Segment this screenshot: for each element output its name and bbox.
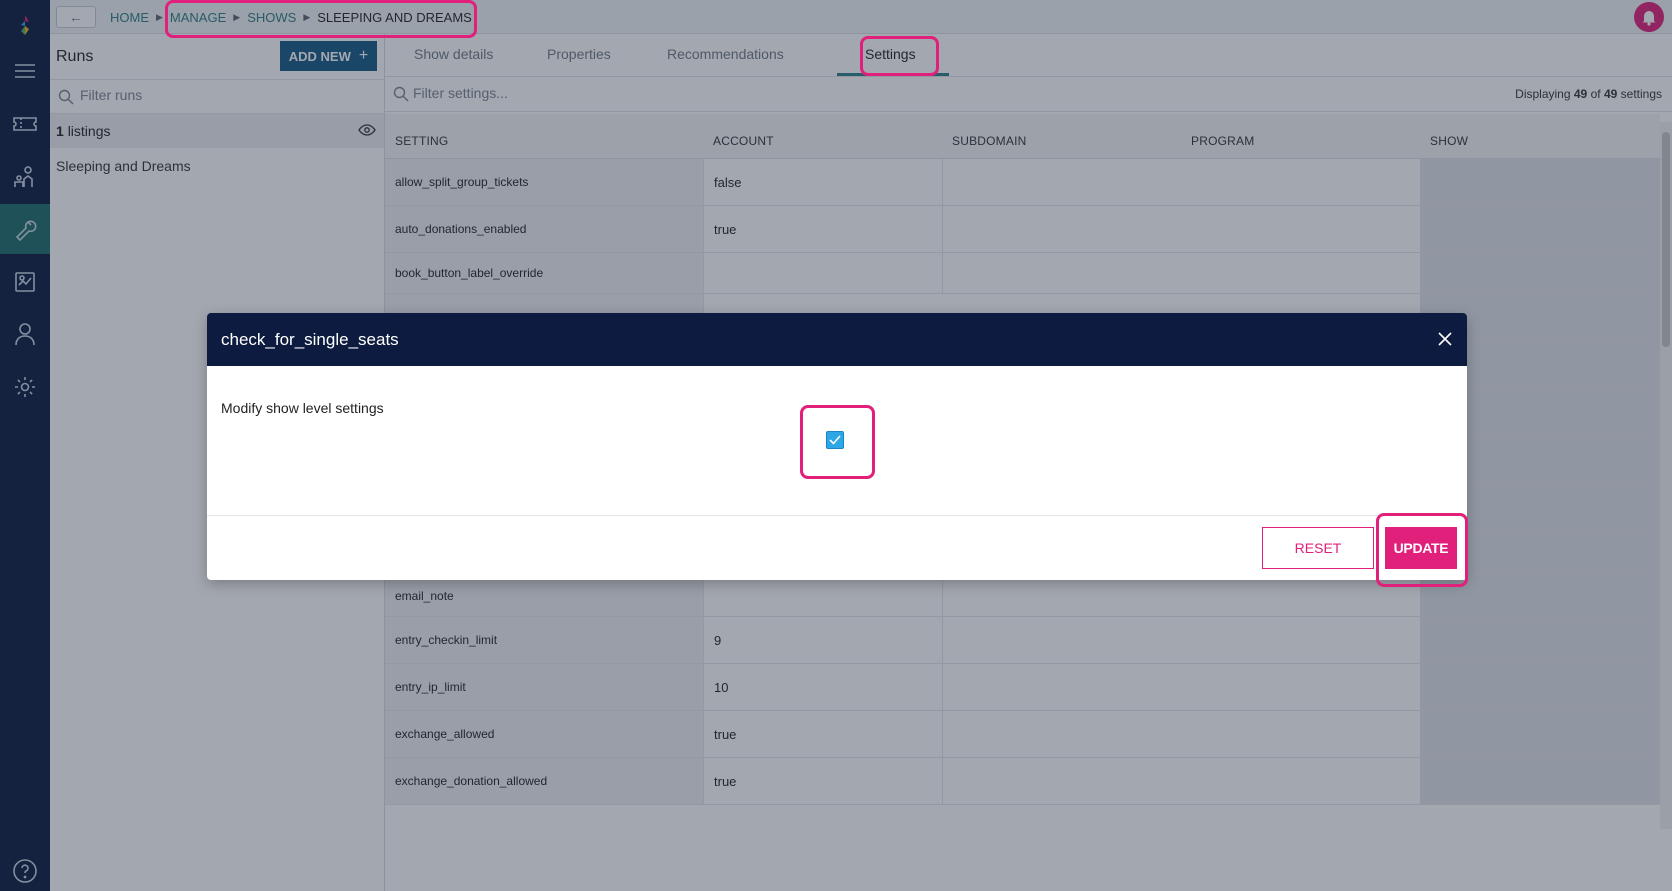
modal-title: check_for_single_seats — [221, 330, 399, 349]
setting-modal: check_for_single_seats Modify show level… — [207, 313, 1467, 580]
modify-show-level-label: Modify show level settings — [221, 400, 384, 416]
modal-body: Modify show level settings — [207, 366, 1467, 516]
modal-footer: RESET UPDATE — [207, 516, 1467, 580]
reset-button[interactable]: RESET — [1262, 527, 1374, 569]
close-icon[interactable] — [1435, 329, 1455, 349]
modal-header: check_for_single_seats — [207, 313, 1467, 366]
update-button[interactable]: UPDATE — [1385, 527, 1457, 569]
show-level-checkbox[interactable] — [826, 431, 844, 449]
checkmark-icon — [829, 435, 841, 445]
